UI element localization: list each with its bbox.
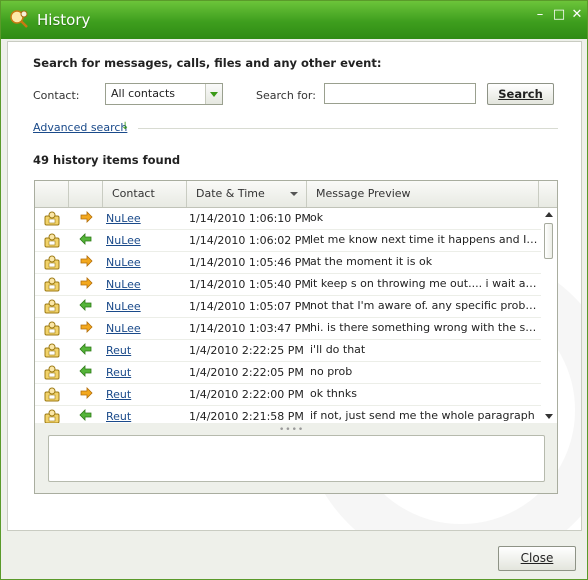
close-icon[interactable]: ✕ bbox=[568, 6, 586, 24]
contact-link[interactable]: Reut bbox=[106, 366, 131, 379]
splitter-grip-icon[interactable]: •••• bbox=[279, 425, 304, 435]
table-scrollbar[interactable] bbox=[541, 208, 557, 423]
incoming-arrow-icon bbox=[79, 408, 93, 422]
table-row[interactable]: Reut 1/4/2010 2:22:05 PM no prob bbox=[35, 362, 541, 384]
history-icon bbox=[10, 10, 28, 28]
table-row[interactable]: NuLee 1/14/2010 1:05:40 PM it keep s on th… bbox=[35, 274, 541, 296]
row-message-preview: let me know next time it happens and I'l… bbox=[310, 233, 538, 246]
row-message-preview: i'll do that bbox=[310, 343, 366, 356]
row-message-preview: not that I'm aware of. any specific prob… bbox=[310, 299, 538, 312]
incoming-arrow-icon bbox=[79, 342, 93, 356]
history-table: Contact Date & Time Message Preview NuLe… bbox=[34, 180, 558, 494]
table-header: Contact Date & Time Message Preview bbox=[35, 181, 557, 208]
table-row[interactable]: NuLee 1/14/2010 1:06:02 PM let me know nex… bbox=[35, 230, 541, 252]
row-datetime: 1/14/2010 1:03:47 PM bbox=[189, 322, 311, 335]
row-datetime: 1/14/2010 1:05:07 PM bbox=[189, 300, 311, 313]
user-contact-icon bbox=[44, 276, 60, 292]
search-panel: Search for messages, calls, files and an… bbox=[7, 41, 582, 531]
row-datetime: 1/14/2010 1:05:40 PM bbox=[189, 278, 311, 291]
header-type-column[interactable] bbox=[35, 181, 69, 207]
contact-select-value: All contacts bbox=[111, 87, 176, 100]
contact-label: Contact: bbox=[33, 89, 80, 102]
outgoing-arrow-icon bbox=[79, 210, 93, 224]
row-message-preview: hi. is there something wrong with the se… bbox=[310, 321, 538, 334]
table-row[interactable]: NuLee 1/14/2010 1:05:46 PM at the moment i… bbox=[35, 252, 541, 274]
window-title: History bbox=[37, 11, 91, 29]
divider bbox=[138, 128, 558, 129]
contact-link[interactable]: NuLee bbox=[106, 212, 141, 225]
user-contact-icon bbox=[44, 232, 60, 248]
incoming-arrow-icon bbox=[79, 298, 93, 312]
contact-link[interactable]: NuLee bbox=[106, 234, 141, 247]
row-datetime: 1/14/2010 1:06:02 PM bbox=[189, 234, 311, 247]
search-button[interactable]: Search bbox=[487, 83, 554, 105]
message-preview-pane bbox=[48, 435, 545, 482]
row-message-preview: no prob bbox=[310, 365, 353, 378]
user-contact-icon bbox=[44, 386, 60, 402]
row-datetime: 1/4/2010 2:22:05 PM bbox=[189, 366, 304, 379]
search-heading: Search for messages, calls, files and an… bbox=[33, 56, 382, 70]
table-body: NuLee 1/14/2010 1:06:10 PM ok NuLee 1/14/201… bbox=[35, 208, 541, 423]
search-input[interactable] bbox=[324, 83, 476, 104]
contact-link[interactable]: NuLee bbox=[106, 300, 141, 313]
contact-link[interactable]: Reut bbox=[106, 388, 131, 401]
user-contact-icon bbox=[44, 210, 60, 226]
header-date-time[interactable]: Date & Time bbox=[187, 181, 307, 207]
table-row[interactable]: NuLee 1/14/2010 1:05:07 PM not that I'm aw… bbox=[35, 296, 541, 318]
row-message-preview: ok bbox=[310, 211, 324, 224]
minimize-icon[interactable]: – bbox=[531, 6, 549, 24]
table-row[interactable]: NuLee 1/14/2010 1:03:47 PM hi. is there so… bbox=[35, 318, 541, 340]
table-row[interactable]: Reut 1/4/2010 2:22:00 PM ok thnks bbox=[35, 384, 541, 406]
table-row[interactable]: Reut 1/4/2010 2:21:58 PM if not, just send… bbox=[35, 406, 541, 423]
user-contact-icon bbox=[44, 254, 60, 270]
header-message-preview[interactable]: Message Preview bbox=[307, 181, 539, 207]
title-bar[interactable]: History – □ ✕ bbox=[1, 1, 587, 39]
user-contact-icon bbox=[44, 342, 60, 358]
row-message-preview: it keep s on throwing me out.... i wait … bbox=[310, 277, 538, 290]
expand-chevron-icon[interactable]: ↓ bbox=[121, 121, 129, 132]
user-contact-icon bbox=[44, 320, 60, 336]
contact-link[interactable]: NuLee bbox=[106, 256, 141, 269]
row-datetime: 1/14/2010 1:05:46 PM bbox=[189, 256, 311, 269]
outgoing-arrow-icon bbox=[79, 386, 93, 400]
row-datetime: 1/4/2010 2:21:58 PM bbox=[189, 410, 304, 423]
outgoing-arrow-icon bbox=[79, 254, 93, 268]
maximize-icon[interactable]: □ bbox=[550, 6, 568, 24]
row-message-preview: ok thnks bbox=[310, 387, 357, 400]
user-contact-icon bbox=[44, 408, 60, 423]
search-button-label: Search bbox=[498, 87, 543, 101]
incoming-arrow-icon bbox=[79, 232, 93, 246]
advanced-search-link[interactable]: Advanced search bbox=[33, 121, 127, 134]
history-window: History – □ ✕ Search for messages, calls… bbox=[0, 0, 588, 580]
contact-link[interactable]: NuLee bbox=[106, 278, 141, 291]
scroll-up-icon[interactable] bbox=[545, 212, 553, 217]
table-row[interactable]: Reut 1/4/2010 2:22:25 PM i'll do that bbox=[35, 340, 541, 362]
contact-link[interactable]: Reut bbox=[106, 410, 131, 423]
row-message-preview: at the moment it is ok bbox=[310, 255, 433, 268]
incoming-arrow-icon bbox=[79, 364, 93, 378]
scroll-thumb[interactable] bbox=[544, 223, 553, 259]
sort-descending-icon bbox=[290, 192, 298, 196]
user-contact-icon bbox=[44, 364, 60, 380]
outgoing-arrow-icon bbox=[79, 320, 93, 334]
header-contact[interactable]: Contact bbox=[103, 181, 187, 207]
header-direction-column[interactable] bbox=[69, 181, 103, 207]
table-row[interactable]: NuLee 1/14/2010 1:06:10 PM ok bbox=[35, 208, 541, 230]
header-date-time-label: Date & Time bbox=[196, 187, 265, 200]
row-message-preview: if not, just send me the whole paragraph bbox=[310, 409, 535, 422]
row-datetime: 1/4/2010 2:22:25 PM bbox=[189, 344, 304, 357]
user-contact-icon bbox=[44, 298, 60, 314]
row-datetime: 1/14/2010 1:06:10 PM bbox=[189, 212, 311, 225]
contact-select[interactable]: All contacts bbox=[105, 83, 223, 105]
scroll-down-icon[interactable] bbox=[545, 414, 553, 419]
contact-link[interactable]: Reut bbox=[106, 344, 131, 357]
results-count: 49 history items found bbox=[33, 153, 181, 167]
search-for-label: Search for: bbox=[256, 89, 316, 102]
row-datetime: 1/4/2010 2:22:00 PM bbox=[189, 388, 304, 401]
close-button-label: Close bbox=[520, 551, 554, 565]
close-button[interactable]: Close bbox=[498, 546, 576, 571]
outgoing-arrow-icon bbox=[79, 276, 93, 290]
chevron-down-icon[interactable] bbox=[205, 84, 222, 104]
contact-link[interactable]: NuLee bbox=[106, 322, 141, 335]
